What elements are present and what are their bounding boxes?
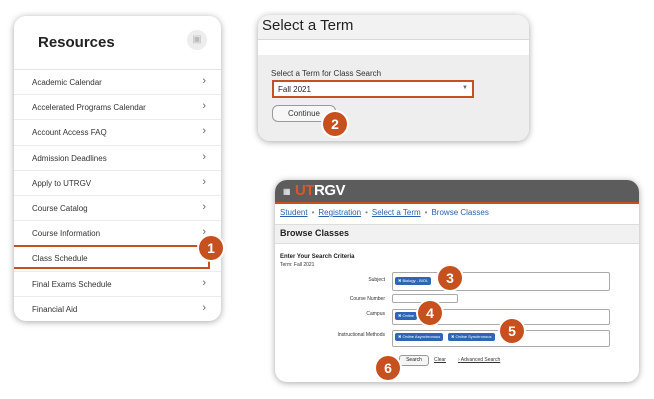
course-number-label: Course Number (349, 296, 385, 302)
advanced-search-link[interactable]: › Advanced Search (458, 357, 500, 363)
term-select[interactable]: Fall 2021 ▼ (272, 80, 474, 98)
resources-list: Academic Calendar › Accelerated Programs … (14, 70, 221, 321)
breadcrumb: Student • Registration • Select a Term • Brows… (280, 208, 489, 217)
search-button[interactable]: Search (399, 355, 429, 366)
callout-badge-1: 1 (199, 236, 223, 260)
resources-panel: Resources ▣ Academic Calendar › Accelerat… (14, 16, 221, 321)
browse-heading: Browse Classes (280, 228, 350, 238)
grid-menu-icon[interactable]: ▦ (283, 187, 291, 196)
clear-link[interactable]: Clear (434, 357, 446, 363)
methods-chip-async[interactable]: ✖ Online Asynchronous (395, 333, 444, 341)
resource-item-course-catalog[interactable]: Course Catalog › (14, 196, 221, 222)
resource-item-final-exams[interactable]: Final Exams Schedule › (14, 272, 221, 297)
callout-badge-5: 5 (500, 319, 524, 343)
term-select-value: Fall 2021 (278, 85, 311, 94)
breadcrumb-student[interactable]: Student (280, 208, 308, 217)
breadcrumb-registration[interactable]: Registration (318, 208, 361, 217)
subject-label: Subject (368, 277, 385, 283)
campus-label: Campus (366, 311, 385, 317)
resource-item-admission-deadlines[interactable]: Admission Deadlines › (14, 146, 221, 171)
chevron-right-icon: › (202, 276, 206, 289)
callout-badge-4: 4 (418, 301, 442, 325)
resource-item-academic-calendar[interactable]: Academic Calendar › (14, 70, 221, 96)
methods-chip-sync[interactable]: ✖ Online Synchronous (448, 333, 495, 341)
breadcrumb-browse-classes: Browse Classes (431, 208, 489, 217)
chevron-right-icon: › (202, 125, 206, 138)
chevron-right-icon: › (202, 75, 206, 87)
select-term-panel: Select a Term Select a Term for Class Se… (258, 15, 529, 141)
chevron-right-icon: › (202, 301, 206, 314)
resource-item-accelerated-programs[interactable]: Accelerated Programs Calendar › (14, 95, 221, 121)
callout-badge-2: 2 (323, 112, 347, 136)
chevron-right-icon: › (202, 100, 206, 113)
app-topbar: ▦ UTRGV (275, 180, 639, 204)
resource-item-apply[interactable]: Apply to UTRGV › (14, 171, 221, 196)
browse-heading-bar: Browse Classes (275, 224, 639, 244)
callout-badge-6: 6 (376, 356, 400, 380)
chevron-right-icon: › (202, 175, 206, 188)
resource-item-financial-aid[interactable]: Financial Aid › (14, 297, 221, 321)
briefcase-icon[interactable]: ▣ (187, 30, 207, 50)
subject-input[interactable]: ✖ Biology - BIOL (392, 272, 610, 291)
callout-badge-3: 3 (438, 266, 462, 290)
criteria-title: Enter Your Search Criteria (280, 254, 355, 260)
chevron-right-icon: › (202, 200, 206, 213)
campus-chip[interactable]: ✖ Online (395, 312, 418, 320)
term-field-label: Select a Term for Class Search (271, 69, 382, 78)
subject-chip[interactable]: ✖ Biology - BIOL (395, 277, 432, 285)
resources-title: Resources (38, 34, 115, 51)
breadcrumb-select-term[interactable]: Select a Term (372, 208, 421, 217)
resource-item-course-information[interactable]: Course Information › (14, 221, 221, 247)
term-body (258, 55, 529, 141)
methods-label: Instructional Methods (337, 332, 385, 338)
term-spacer (258, 40, 529, 54)
term-header: Select a Term (258, 15, 529, 40)
term-line: Term: Fall 2021 (280, 262, 315, 268)
dropdown-arrow-icon: ▼ (462, 85, 468, 91)
resource-item-class-schedule[interactable]: Class Schedule› (14, 245, 221, 272)
utrgv-logo: UTRGV (295, 182, 346, 199)
chevron-right-icon: › (202, 150, 206, 163)
term-title: Select a Term (262, 17, 354, 34)
resource-item-account-access-faq[interactable]: Account Access FAQ › (14, 120, 221, 146)
